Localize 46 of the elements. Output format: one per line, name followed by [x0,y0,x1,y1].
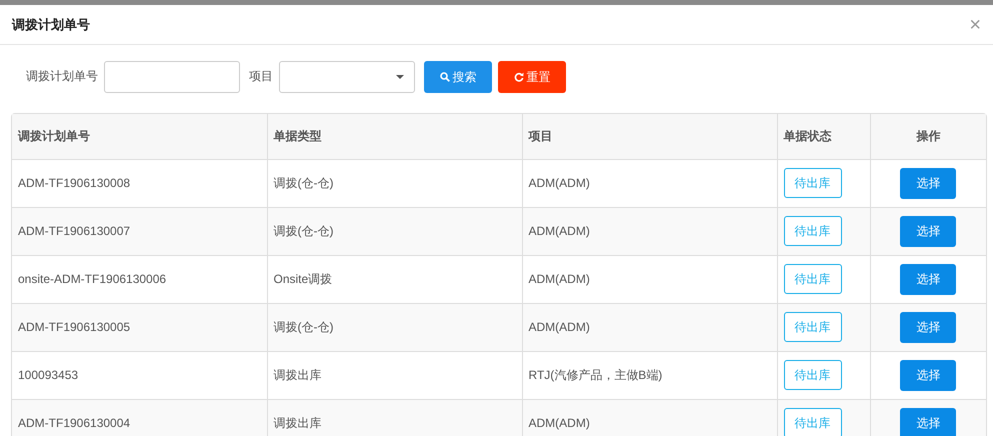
status-tag: 待出库 [784,216,842,246]
table-cell: ADM-TF1906130005 [18,320,130,334]
table-cell: ADM(ADM) [528,176,590,190]
select-button[interactable]: 选择 [900,168,956,198]
column-header: 单据类型 [274,129,322,144]
select-button[interactable]: 选择 [900,408,956,436]
plan-number-field[interactable] [104,61,240,93]
table-cell: onsite-ADM-TF1906130006 [18,272,166,286]
select-button[interactable]: 选择 [900,312,956,342]
status-tag: 待出库 [784,168,842,198]
column-header: 调拨计划单号 [18,129,90,144]
table-cell: 100093453 [18,368,78,382]
status-tag: 待出库 [784,408,842,436]
status-tag: 待出库 [784,360,842,390]
column-header: 操作 [916,129,940,144]
table-cell: RTJ(汽修产品，主做B端) [528,368,662,382]
dialog-title: 调拨计划单号 [12,16,90,34]
status-tag: 待出库 [784,312,842,342]
table-cell: ADM-TF1906130008 [18,176,130,190]
table-cell: 调拨出库 [274,368,322,382]
search-icon [440,72,450,82]
status-tag: 待出库 [784,264,842,294]
table-cell: ADM(ADM) [528,272,590,286]
table-cell: ADM-TF1906130004 [18,416,130,430]
table-cell: ADM(ADM) [528,224,590,238]
close-button[interactable]: × [969,14,981,34]
table-cell: Onsite调拨 [274,272,332,286]
field-label: 调拨计划单号 [26,68,98,85]
project-select[interactable] [279,61,415,93]
select-button[interactable]: 选择 [900,360,956,390]
column-header: 单据状态 [784,129,832,144]
table-cell: ADM-TF1906130007 [18,224,130,238]
table-cell: ADM(ADM) [528,320,590,334]
table-cell: 调拨(仓-仓) [274,224,334,238]
column-header: 项目 [528,129,552,144]
select-button[interactable]: 选择 [900,264,956,294]
table-cell: 调拨(仓-仓) [274,320,334,334]
table-cell: ADM(ADM) [528,416,590,430]
table-cell: 调拨(仓-仓) [274,176,334,190]
search-button[interactable]: 搜索 [424,61,492,93]
reset-button[interactable]: 重置 [498,61,566,93]
select-button[interactable]: 选择 [900,216,956,246]
refresh-icon [514,72,524,82]
caret-icon [396,75,404,79]
field-label: 项目 [249,68,273,85]
table-cell: 调拨出库 [274,416,322,430]
